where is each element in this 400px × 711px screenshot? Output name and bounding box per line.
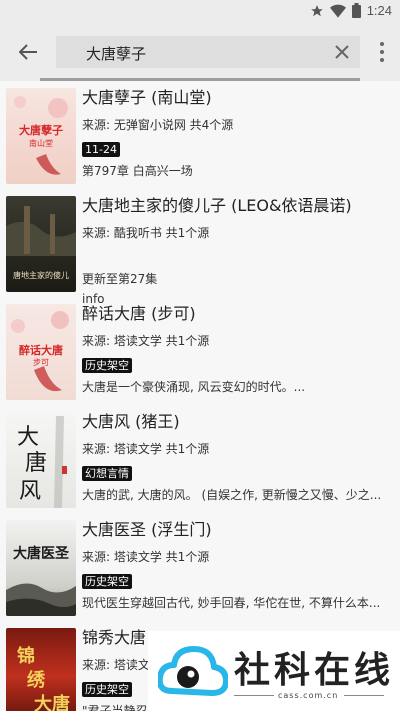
book-cover: 锦 绣 大唐 [6,628,76,711]
svg-text:大唐医圣: 大唐医圣 [13,545,70,562]
cover-art: 大唐孽子 南山堂 [14,96,68,175]
search-input[interactable]: 大唐孽子 [56,36,360,68]
svg-text:大: 大 [17,425,39,450]
book-title: 大唐孽子 (南山堂) [82,88,212,107]
book-info: 大唐风 (猪王) 来源: 塔读文学 共1个源 幻想言情 大唐的武, 大唐的风。 … [82,411,400,503]
battery-icon [351,3,361,18]
book-info: 大唐医圣 (浮生门) 来源: 塔读文学 共1个源 历史架空 现代医生穿越回古代,… [82,519,400,611]
svg-text:绣: 绣 [27,669,46,691]
book-tag: 历史架空 [82,358,132,373]
list-item[interactable]: 唐地主家的傻儿 大唐地主家的傻儿子 (LEO&依语晨诺) 来源: 酷我听书 共1… [0,189,400,306]
book-title: 醉话大唐 (步可) [82,304,196,323]
wifi-icon [329,4,346,18]
book-latest-chapter: 更新至第27集 [82,272,158,286]
toolbar: 大唐孽子 [0,24,400,80]
list-item[interactable]: 大唐孽子 南山堂 大唐孽子 (南山堂) 来源: 无弹窗小说网 共4个源 11-2… [0,81,400,189]
cover-art: 锦 绣 大唐 [17,645,70,711]
book-source: 来源: 塔读文学 共1个源 [82,334,210,348]
book-cover: 大唐医圣 [6,520,76,616]
book-title: 大唐地主家的傻儿子 (LEO&依语晨诺) [82,196,352,215]
more-dot [380,50,384,54]
search-query: 大唐孽子 [86,45,147,63]
book-cover: 大唐孽子 南山堂 [6,88,76,184]
watermark-url: cass.com.cn [278,691,339,700]
cover-art: 唐地主家的傻儿 [6,206,76,280]
book-cover: 唐地主家的傻儿 [6,196,76,292]
svg-text:南山堂: 南山堂 [29,138,53,148]
svg-text:风: 风 [19,479,41,504]
cover-art: 大唐医圣 [6,545,76,616]
back-button[interactable] [14,40,42,64]
book-latest-chapter: 第797章 白高兴一场 [82,164,193,178]
book-info: 大唐地主家的傻儿子 (LEO&依语晨诺) 来源: 酷我听书 共1个源 更新至第2… [82,195,400,307]
svg-text:大唐孽子: 大唐孽子 [19,123,63,137]
more-options-button[interactable] [380,42,384,62]
cloud-eye-logo-icon [158,646,228,696]
book-cover: 大 唐 风 [6,412,76,508]
watermark-title: 社科在线 [234,650,395,691]
list-item[interactable]: 醉话大唐 步可 醉话大唐 (步可) 来源: 塔读文学 共1个源 历史架空 大唐是… [0,297,400,405]
clear-search-button[interactable] [334,44,350,60]
svg-text:大唐: 大唐 [34,693,70,711]
book-title: 大唐风 (猪王) [82,412,180,431]
book-description: 大唐是一个豪侠涌现, 风云变幻的时代。... [82,380,306,394]
list-item[interactable]: 大唐医圣 大唐医圣 (浮生门) 来源: 塔读文学 共1个源 历史架空 现代医生穿… [0,513,400,621]
book-source: 来源: 塔读文学 共1个源 [82,442,210,456]
book-description: 大唐的武, 大唐的风。 (自娱之作, 更新慢之又慢、少之... [82,488,382,502]
book-source: 来源: 酷我听书 共1个源 [82,226,210,240]
watermark-logo: 社科在线 cass.com.cn [148,631,400,711]
watermark-divider [234,695,274,696]
star-icon [310,4,323,16]
list-item[interactable]: 大 唐 风 大唐风 (猪王) 来源: 塔读文学 共1个源 幻想言情 大唐的武, … [0,405,400,513]
book-source: 来源: 塔读文学 共1个源 [82,550,210,564]
svg-text:唐: 唐 [25,451,47,476]
clock: 1:24 [366,3,392,18]
svg-text:锦: 锦 [17,645,35,667]
book-info: 醉话大唐 (步可) 来源: 塔读文学 共1个源 历史架空 大唐是一个豪侠涌现, … [82,303,400,395]
book-tag: 幻想言情 [82,466,132,481]
book-cover: 醉话大唐 步可 [6,304,76,400]
book-tag: 历史架空 [82,682,132,697]
book-description: 现代医生穿越回古代, 妙手回春, 华佗在世, 不算什么本... [82,596,381,610]
status-icons: 1:24 [310,3,392,18]
book-tag: 11-24 [82,142,120,157]
svg-text:醉话大唐: 醉话大唐 [19,343,63,357]
svg-text:步可: 步可 [33,358,49,367]
search-results-list[interactable]: 大唐孽子 南山堂 大唐孽子 (南山堂) 来源: 无弹窗小说网 共4个源 11-2… [0,81,400,711]
cover-art: 醉话大唐 步可 [11,311,69,392]
close-icon [335,45,349,59]
book-title: 大唐医圣 (浮生门) [82,520,212,539]
arrow-back-icon [19,44,37,60]
cover-art: 大 唐 风 [17,416,67,508]
tag-placeholder [82,250,400,265]
book-source: 来源: 无弹窗小说网 共4个源 [82,118,234,132]
more-dot [380,58,384,62]
status-bar: 1:24 [0,0,400,24]
book-info: 大唐孽子 (南山堂) 来源: 无弹窗小说网 共4个源 11-24 第797章 白… [82,87,400,179]
svg-text:唐地主家的傻儿: 唐地主家的傻儿 [13,270,69,280]
watermark-divider [344,695,384,696]
book-tag: 历史架空 [82,574,132,589]
more-dot [380,42,384,46]
